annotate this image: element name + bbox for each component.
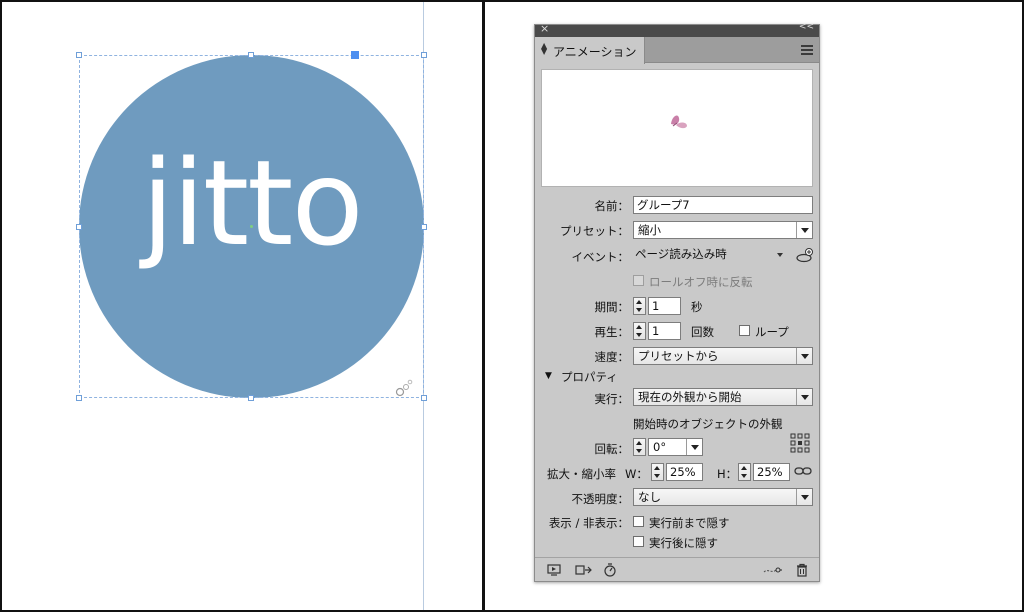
chevron-down-icon xyxy=(796,389,812,405)
speed-value: プリセットから xyxy=(638,349,719,363)
rotation-value: 0° xyxy=(653,440,667,454)
collapse-icon[interactable]: << xyxy=(799,22,814,32)
handle-bottom-right[interactable] xyxy=(421,395,427,401)
close-icon[interactable]: × xyxy=(540,22,549,35)
play-stepper[interactable] xyxy=(633,322,646,340)
speed-label: 速度： xyxy=(594,350,630,364)
speed-select[interactable]: プリセットから xyxy=(633,347,813,365)
play-unit: 回数 xyxy=(691,325,714,339)
name-label: 名前： xyxy=(594,199,630,213)
chevron-down-icon xyxy=(796,489,812,505)
opacity-value: なし xyxy=(638,490,661,504)
run-select[interactable]: 現在の外観から開始 xyxy=(633,388,813,406)
rollover-label: ロールオフ時に反転 xyxy=(649,275,753,289)
w-field[interactable]: 25% xyxy=(666,463,703,481)
handle-bottom-left[interactable] xyxy=(76,395,82,401)
preset-select[interactable]: 縮小 xyxy=(633,221,813,239)
properties-label[interactable]: プロパティ xyxy=(561,369,618,385)
animation-panel: × << ▲ ▼ アニメーション 名前： グループ7 プリセット： 縮小 イベント… xyxy=(534,22,820,582)
start-appearance-label: 開始時のオブジェクトの外観 xyxy=(633,417,783,431)
properties-toggle-icon[interactable]: ▼ xyxy=(545,371,552,381)
h-stepper[interactable] xyxy=(738,463,751,481)
animation-preview xyxy=(541,69,813,187)
opacity-select[interactable]: なし xyxy=(633,488,813,506)
hide-after-checkbox[interactable] xyxy=(633,536,644,547)
panel-titlebar[interactable]: × << xyxy=(535,22,819,37)
scale-label: 拡大・縮小率 xyxy=(547,467,616,481)
reference-point-icon[interactable] xyxy=(790,433,810,453)
handle-bottom-middle[interactable] xyxy=(248,395,254,401)
chevron-down-icon xyxy=(777,253,783,257)
handle-middle-right[interactable] xyxy=(421,224,427,230)
panel-menu-icon[interactable] xyxy=(801,45,813,55)
hide-after-label: 実行後に隠す xyxy=(649,536,718,550)
handle-top-left[interactable] xyxy=(76,52,82,58)
duration-field[interactable]: 1 xyxy=(648,297,681,315)
rotation-label: 回転： xyxy=(594,442,630,456)
loop-checkbox[interactable] xyxy=(739,325,750,336)
tab-animation[interactable]: ▲ ▼ アニメーション xyxy=(535,37,645,64)
duration-stepper[interactable] xyxy=(633,297,646,315)
timing-icon[interactable] xyxy=(603,563,617,577)
chevron-down-icon xyxy=(686,439,702,455)
tab-label: アニメーション xyxy=(553,45,637,59)
rotation-stepper[interactable] xyxy=(633,438,646,456)
trash-icon[interactable] xyxy=(795,563,809,577)
handle-top-right-anchor[interactable] xyxy=(351,51,359,59)
play-label: 再生： xyxy=(594,325,630,339)
handle-middle-left[interactable] xyxy=(76,224,82,230)
run-value: 現在の外観から開始 xyxy=(638,390,742,404)
tab-arrows-icon: ▲ ▼ xyxy=(541,41,548,56)
w-stepper[interactable] xyxy=(651,463,664,481)
loop-label: ループ xyxy=(755,325,789,339)
selection-bounding-box[interactable] xyxy=(79,55,424,398)
panel-bottom-bar xyxy=(535,557,819,582)
handle-top-middle[interactable] xyxy=(248,52,254,58)
run-label: 実行： xyxy=(594,392,630,406)
preview-spread-icon[interactable] xyxy=(547,563,561,577)
chevron-down-icon xyxy=(796,348,812,364)
h-label: H： xyxy=(717,467,738,481)
hide-before-label: 実行前まで隠す xyxy=(649,516,730,530)
w-label: W： xyxy=(625,467,648,481)
event-add-icon[interactable] xyxy=(795,247,815,263)
handle-top-right[interactable] xyxy=(421,52,427,58)
chevron-down-icon xyxy=(796,222,812,238)
preset-label: プリセット： xyxy=(560,224,629,238)
rollover-checkbox[interactable] xyxy=(633,275,644,286)
preset-value: 縮小 xyxy=(638,223,661,237)
event-select[interactable]: ページ読み込み時 xyxy=(631,246,787,264)
opacity-label: 不透明度： xyxy=(571,492,630,506)
duration-unit: 秒 xyxy=(691,300,703,314)
play-field[interactable]: 1 xyxy=(648,322,681,340)
event-label: イベント： xyxy=(571,250,630,264)
name-field[interactable]: グループ7 xyxy=(633,196,813,214)
panel-tabbar: ▲ ▼ アニメーション xyxy=(535,37,819,64)
butterfly-preview-icon xyxy=(671,115,687,129)
hide-before-checkbox[interactable] xyxy=(633,516,644,527)
convert-to-motion-path-icon[interactable] xyxy=(575,563,593,577)
pane-divider xyxy=(482,0,485,612)
motion-path-icon[interactable] xyxy=(763,563,783,577)
visibility-label: 表示 / 非表示： xyxy=(548,516,629,530)
link-icon[interactable] xyxy=(794,464,812,478)
event-value: ページ読み込み時 xyxy=(635,247,727,261)
rotation-select[interactable]: 0° xyxy=(648,438,703,456)
h-field[interactable]: 25% xyxy=(753,463,790,481)
duration-label: 期間： xyxy=(594,300,630,314)
animation-badge-icon xyxy=(395,379,413,397)
